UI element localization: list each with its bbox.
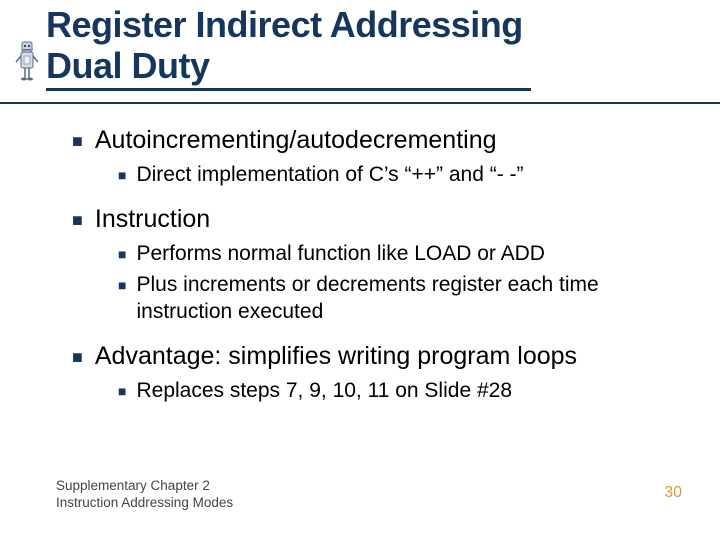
bullet-text: Autoincrementing/autodecrementing (95, 124, 497, 156)
sub-bullet-text: Plus increments or decrements register e… (136, 272, 680, 326)
slide-title: Register Indirect Addressing Dual Duty (46, 4, 531, 91)
slide: Register Indirect Addressing Dual Duty ■… (0, 0, 720, 540)
content-body: ■ Autoincrementing/autodecrementing ■ Di… (72, 124, 680, 418)
sub-bullet-text: Performs normal function like LOAD or AD… (136, 241, 680, 268)
square-bullet-icon: ■ (118, 246, 126, 264)
square-bullet-icon: ■ (72, 346, 83, 369)
footer-line-1: Supplementary Chapter 2 (56, 478, 233, 495)
square-bullet-icon: ■ (118, 277, 126, 295)
mascot-icon (14, 38, 40, 82)
sub-bullet-item: ■ Plus increments or decrements register… (118, 272, 680, 326)
footer-line-2: Instruction Addressing Modes (56, 495, 233, 512)
bullet-item: ■ Autoincrementing/autodecrementing ■ Di… (72, 124, 680, 189)
title-line-2: Dual Duty (46, 45, 523, 86)
sub-bullet-item: ■ Performs normal function like LOAD or … (118, 241, 680, 268)
sub-bullet-item: ■ Replaces steps 7, 9, 10, 11 on Slide #… (118, 378, 680, 405)
square-bullet-icon: ■ (118, 383, 126, 401)
page-number: 30 (664, 484, 682, 502)
sub-bullet-text: Direct implementation of C’s “++” and “-… (136, 162, 680, 189)
square-bullet-icon: ■ (72, 130, 83, 153)
bullet-text: Instruction (95, 203, 210, 235)
sub-bullet-item: ■ Direct implementation of C’s “++” and … (118, 162, 680, 189)
title-line-1: Register Indirect Addressing (46, 4, 523, 45)
bullet-text: Advantage: simplifies writing program lo… (95, 340, 577, 372)
bullet-item: ■ Advantage: simplifies writing program … (72, 340, 680, 405)
footer-text: Supplementary Chapter 2 Instruction Addr… (56, 478, 233, 512)
sub-bullet-text: Replaces steps 7, 9, 10, 11 on Slide #28 (136, 378, 680, 405)
horizontal-rule (0, 102, 720, 104)
bullet-item: ■ Instruction ■ Performs normal function… (72, 203, 680, 326)
square-bullet-icon: ■ (118, 167, 126, 185)
square-bullet-icon: ■ (72, 209, 83, 232)
